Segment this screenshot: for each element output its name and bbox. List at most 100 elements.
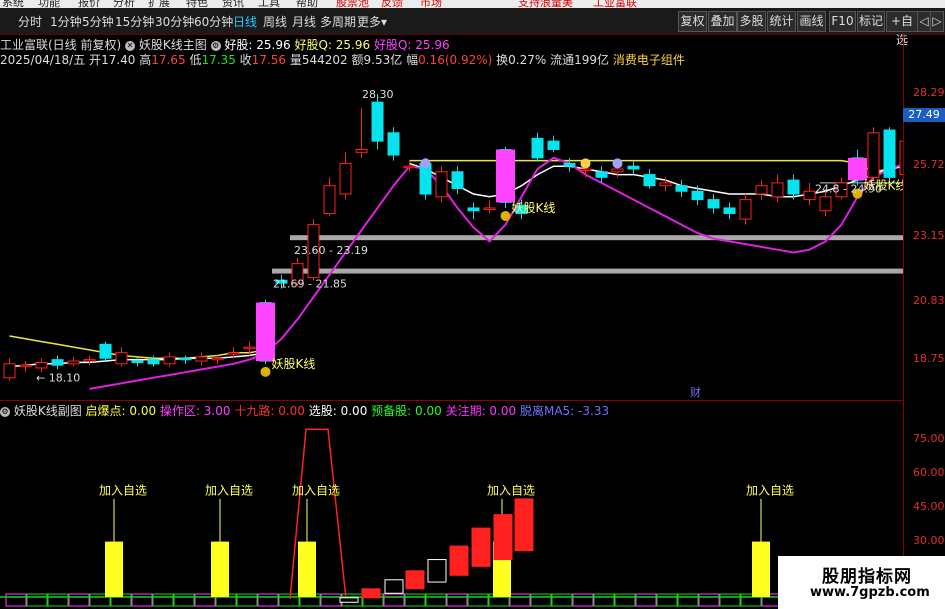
candle[interactable] (147, 359, 160, 365)
top-menu-red-item[interactable]: 股票池 (336, 0, 369, 8)
candle[interactable] (355, 149, 368, 153)
candle[interactable] (659, 182, 672, 187)
candle[interactable] (67, 360, 80, 365)
candle[interactable] (179, 357, 192, 361)
candle[interactable] (19, 364, 32, 368)
candle[interactable] (339, 162, 352, 195)
candle[interactable] (627, 165, 640, 170)
candle[interactable] (723, 207, 736, 215)
timeframe-tab[interactable]: 日线 (233, 13, 257, 30)
candle[interactable] (195, 356, 208, 362)
candle[interactable] (371, 101, 384, 142)
add-to-watchlist-label[interactable]: 加入自选 (292, 483, 340, 497)
toolbar-button[interactable]: F10 (829, 11, 856, 32)
candle[interactable] (99, 343, 112, 359)
candle[interactable] (35, 361, 48, 369)
top-menu-red-item[interactable]: 市场 (420, 0, 442, 8)
sub-indicator-chart[interactable]: 加入自选 加入自选 加入自选 加入自选 加入自选 (0, 418, 903, 609)
yao-label: 妖股K线 (512, 201, 556, 215)
candle[interactable] (771, 182, 784, 198)
candle[interactable] (51, 359, 64, 366)
top-menu-red-item[interactable]: 工业富联 (593, 0, 637, 8)
haoguq-value: 25.96 (335, 38, 371, 52)
candle[interactable] (83, 359, 96, 362)
add-to-watchlist-label[interactable]: 加入自选 (746, 483, 794, 497)
candle[interactable] (131, 360, 144, 364)
finance-marker[interactable]: 财 (690, 385, 701, 399)
candle[interactable] (227, 352, 240, 355)
sector-link[interactable]: 消费电子组件 (613, 53, 685, 67)
timeframe-tab[interactable]: 分时 (18, 13, 42, 30)
candle[interactable] (611, 168, 624, 173)
add-to-watchlist-label[interactable]: 加入自选 (99, 483, 147, 497)
add-to-watchlist-label[interactable]: 加入自选 (487, 483, 535, 497)
candle[interactable] (323, 185, 336, 215)
candle[interactable] (451, 171, 464, 189)
toolbar-button[interactable]: 标记 (857, 11, 885, 32)
toolbar-button[interactable]: 多股 (737, 11, 766, 32)
top-menu-item[interactable]: 帮助 (296, 0, 318, 8)
top-menu-red-item[interactable]: 支持浪量美 (518, 0, 573, 8)
candlestick-chart[interactable]: 妖股K线妖股K线妖股K线28.30← 18.1023.60 - 23.1921.… (0, 66, 903, 400)
top-menu-item[interactable]: 扩展 (148, 0, 170, 8)
candle[interactable] (115, 352, 128, 365)
candle[interactable] (563, 162, 576, 167)
toolbar-button[interactable]: 统计 (767, 11, 796, 32)
top-menu-item[interactable]: 系统 (2, 0, 24, 8)
candle[interactable] (243, 346, 256, 350)
settings-icon[interactable]: ✕ (125, 40, 136, 51)
yao-stock-bar (848, 157, 867, 181)
candle[interactable] (787, 179, 800, 195)
candle[interactable] (867, 132, 880, 178)
top-menu-item[interactable]: 分析 (113, 0, 135, 8)
top-menu-item[interactable]: 功能 (38, 0, 60, 8)
candle[interactable] (163, 356, 176, 365)
candle[interactable] (211, 357, 224, 361)
candle[interactable] (691, 190, 704, 201)
candle[interactable] (675, 185, 688, 192)
candle[interactable] (435, 171, 448, 198)
timeframe-tab[interactable]: 60分钟 (194, 13, 233, 30)
toolbar-button[interactable]: +自选 (886, 11, 918, 47)
timeframe-tab[interactable]: 15分钟 (115, 13, 154, 30)
timeframe-tab[interactable]: 更多▾ (357, 13, 387, 30)
toolbar-button[interactable]: 画线 (797, 11, 826, 32)
timeframe-tab[interactable]: 5分钟 (82, 13, 114, 30)
candle[interactable] (467, 207, 480, 212)
top-menu-item[interactable]: 工具 (258, 0, 280, 8)
top-menu-item[interactable]: 特色 (186, 0, 208, 8)
settings-icon[interactable]: ⚙ (0, 406, 10, 417)
settings-icon[interactable]: ⚙ (210, 40, 221, 51)
toolbar-button[interactable]: ◁ (917, 11, 931, 32)
candle[interactable] (643, 174, 656, 187)
top-menu-red-item[interactable]: 反馈 (381, 0, 403, 8)
candle[interactable] (531, 137, 544, 159)
candle[interactable] (3, 363, 16, 379)
candle[interactable] (403, 165, 416, 169)
candle[interactable] (755, 185, 768, 195)
add-to-watchlist-label[interactable]: 加入自选 (205, 483, 253, 497)
timeframe-tab[interactable]: 周线 (263, 13, 287, 30)
candle[interactable] (883, 129, 896, 178)
candle[interactable] (803, 190, 816, 201)
candle[interactable] (819, 196, 832, 212)
candle[interactable] (483, 207, 496, 210)
candle[interactable] (739, 199, 752, 220)
timeframe-tab[interactable]: 1分钟 (50, 13, 82, 30)
candle[interactable] (707, 199, 720, 209)
timeframe-tab[interactable]: 多周期 (320, 13, 356, 30)
candle[interactable] (595, 171, 608, 178)
timeframe-tab[interactable]: 30分钟 (155, 13, 194, 30)
amt-value: 9.53亿 (363, 53, 403, 67)
top-menu-item[interactable]: 资讯 (222, 0, 244, 8)
timeframe-tab[interactable]: 月线 (292, 13, 316, 30)
top-menu-item[interactable]: 报价 (78, 0, 100, 8)
candle[interactable] (579, 168, 592, 171)
toolbar-button[interactable]: 复权 (678, 11, 707, 32)
toolbar-button[interactable]: ▷ (930, 11, 944, 32)
sub-indicator-name[interactable]: 妖股K线副图 (14, 404, 82, 418)
candle[interactable] (387, 132, 400, 156)
toolbar-button[interactable]: 叠加 (708, 11, 737, 32)
candle[interactable] (547, 140, 560, 151)
indicator-name[interactable]: 妖股K线主图 (139, 38, 207, 52)
